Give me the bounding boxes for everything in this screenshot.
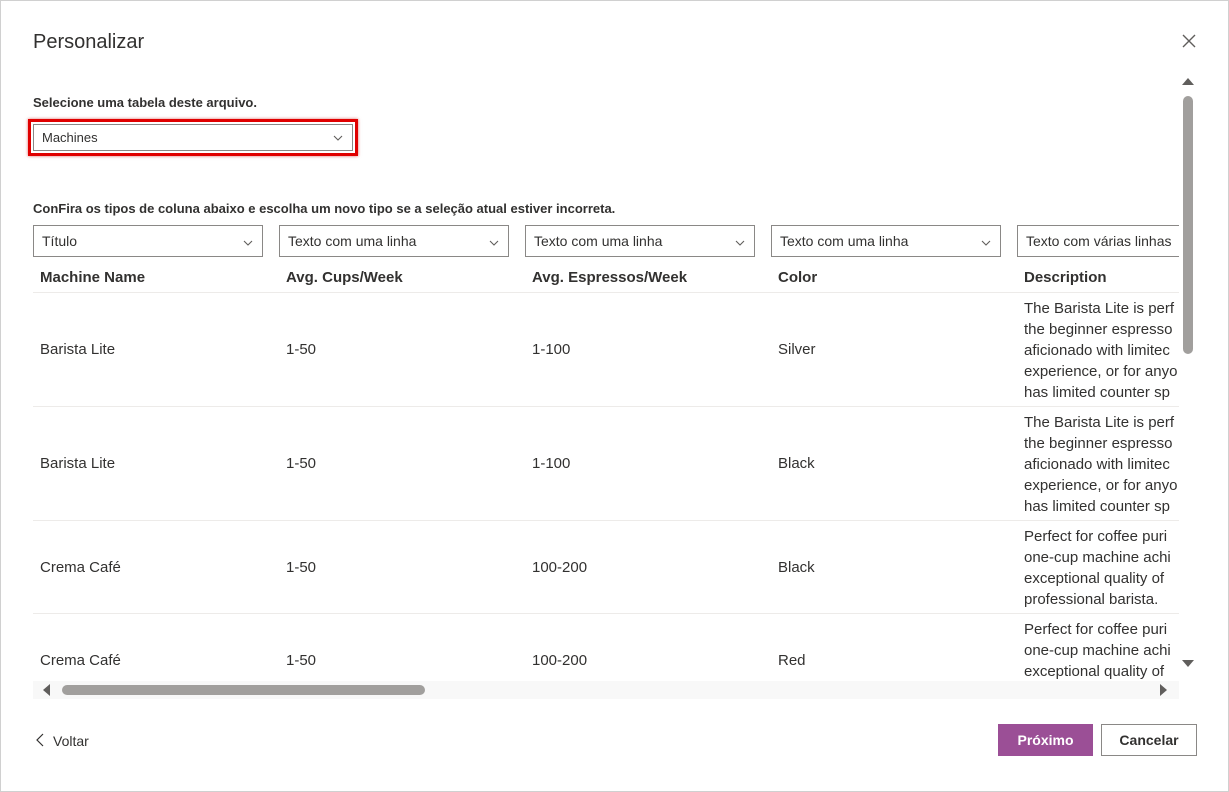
customize-dialog: Personalizar Selecione uma tabela deste … [0, 0, 1229, 792]
cell-color: Red [778, 652, 806, 669]
chevron-left-icon [35, 733, 45, 750]
next-button[interactable]: Próximo [998, 724, 1093, 756]
cell-cups: 1-50 [286, 652, 317, 669]
description-line: The Barista Lite is perf [1024, 300, 1175, 317]
scroll-up-icon[interactable] [1182, 78, 1194, 85]
column-type-dropdown[interactable]: Texto com uma linha [279, 225, 509, 257]
column-type-value: Título [42, 233, 78, 249]
cell-machine-name: Barista Lite [40, 341, 116, 358]
cell-description: Perfect for coffee puri one-cup machine … [1024, 619, 1179, 681]
column-type-row: Título Texto com uma linha Texto com uma… [33, 225, 1179, 257]
description-line: aficionado with limitec [1024, 342, 1170, 359]
chevron-down-icon [488, 236, 500, 252]
cell-color: Black [778, 559, 815, 576]
column-type-dropdown[interactable]: Texto com uma linha [525, 225, 755, 257]
cell-color: Black [778, 455, 815, 472]
scroll-right-icon[interactable] [1160, 684, 1167, 696]
dialog-title: Personalizar [33, 31, 145, 53]
cell-machine-name: Crema Café [40, 559, 121, 576]
table-row: Barista Lite 1-50 1-100 Silver The Baris… [33, 293, 1179, 407]
column-header: Avg. Cups/Week [286, 269, 403, 286]
description-line: the beginner espresso [1024, 321, 1173, 338]
back-button[interactable]: Voltar [35, 731, 89, 751]
table-dropdown-value: Machines [42, 130, 98, 145]
chevron-down-icon [734, 236, 746, 252]
column-types-label: ConFira os tipos de coluna abaixo e esco… [33, 201, 616, 216]
back-label: Voltar [53, 733, 89, 749]
column-type-dropdown[interactable]: Título [33, 225, 263, 257]
cell-espressos: 1-100 [532, 455, 571, 472]
chevron-down-icon [332, 132, 344, 147]
column-header: Color [778, 269, 818, 286]
cell-cups: 1-50 [286, 559, 317, 576]
column-type-dropdown[interactable]: Texto com uma linha [771, 225, 1001, 257]
column-header: Description [1024, 269, 1107, 286]
preview-grid: Título Texto com uma linha Texto com uma… [33, 225, 1179, 681]
description-line: experience, or for anyo [1024, 363, 1178, 380]
description-line: one-cup machine achi [1024, 549, 1171, 566]
table-row: Barista Lite 1-50 1-100 Black The Barist… [33, 407, 1179, 521]
column-header: Avg. Espressos/Week [532, 269, 688, 286]
description-line: aficionado with limitec [1024, 456, 1170, 473]
column-type-value: Texto com uma linha [288, 233, 417, 249]
column-type-dropdown[interactable]: Texto com várias linhas [1017, 225, 1179, 257]
scroll-down-icon[interactable] [1182, 660, 1194, 667]
horizontal-scroll-thumb[interactable] [62, 685, 425, 695]
cell-description: Perfect for coffee puri one-cup machine … [1024, 526, 1179, 610]
description-line: has limited counter sp [1024, 498, 1170, 515]
description-line: professional barista. [1024, 591, 1159, 608]
column-type-value: Texto com uma linha [534, 233, 663, 249]
description-line: Perfect for coffee puri [1024, 528, 1168, 545]
table-row: Crema Café 1-50 100-200 Black Perfect fo… [33, 521, 1179, 614]
cell-color: Silver [778, 341, 816, 358]
description-line: exceptional quality of [1024, 663, 1165, 680]
cell-espressos: 100-200 [532, 559, 588, 576]
column-header: Machine Name [40, 269, 146, 286]
description-line: Perfect for coffee puri [1024, 621, 1168, 638]
chevron-down-icon [980, 236, 992, 252]
cell-machine-name: Crema Café [40, 652, 121, 669]
cancel-button[interactable]: Cancelar [1101, 724, 1197, 756]
cell-description: The Barista Lite is perf the beginner es… [1024, 412, 1179, 517]
close-icon[interactable] [1177, 29, 1201, 53]
table-row: Crema Café 1-50 100-200 Red Perfect for … [33, 614, 1179, 681]
description-line: one-cup machine achi [1024, 642, 1171, 659]
table-dropdown[interactable]: Machines [33, 124, 353, 151]
description-line: has limited counter sp [1024, 384, 1170, 401]
column-type-value: Texto com uma linha [780, 233, 909, 249]
cell-espressos: 100-200 [532, 652, 588, 669]
cell-machine-name: Barista Lite [40, 455, 116, 472]
description-line: exceptional quality of [1024, 570, 1165, 587]
cell-cups: 1-50 [286, 341, 317, 358]
column-type-value: Texto com várias linhas [1026, 233, 1172, 249]
scroll-left-icon[interactable] [43, 684, 50, 696]
chevron-down-icon [242, 236, 254, 252]
table-picker-label: Selecione uma tabela deste arquivo. [33, 95, 257, 110]
vertical-scroll-thumb[interactable] [1183, 96, 1193, 354]
cell-espressos: 1-100 [532, 341, 571, 358]
description-line: The Barista Lite is perf [1024, 414, 1175, 431]
description-line: experience, or for anyo [1024, 477, 1178, 494]
cell-description: The Barista Lite is perf the beginner es… [1024, 298, 1179, 403]
description-line: the beginner espresso [1024, 435, 1173, 452]
cell-cups: 1-50 [286, 455, 317, 472]
